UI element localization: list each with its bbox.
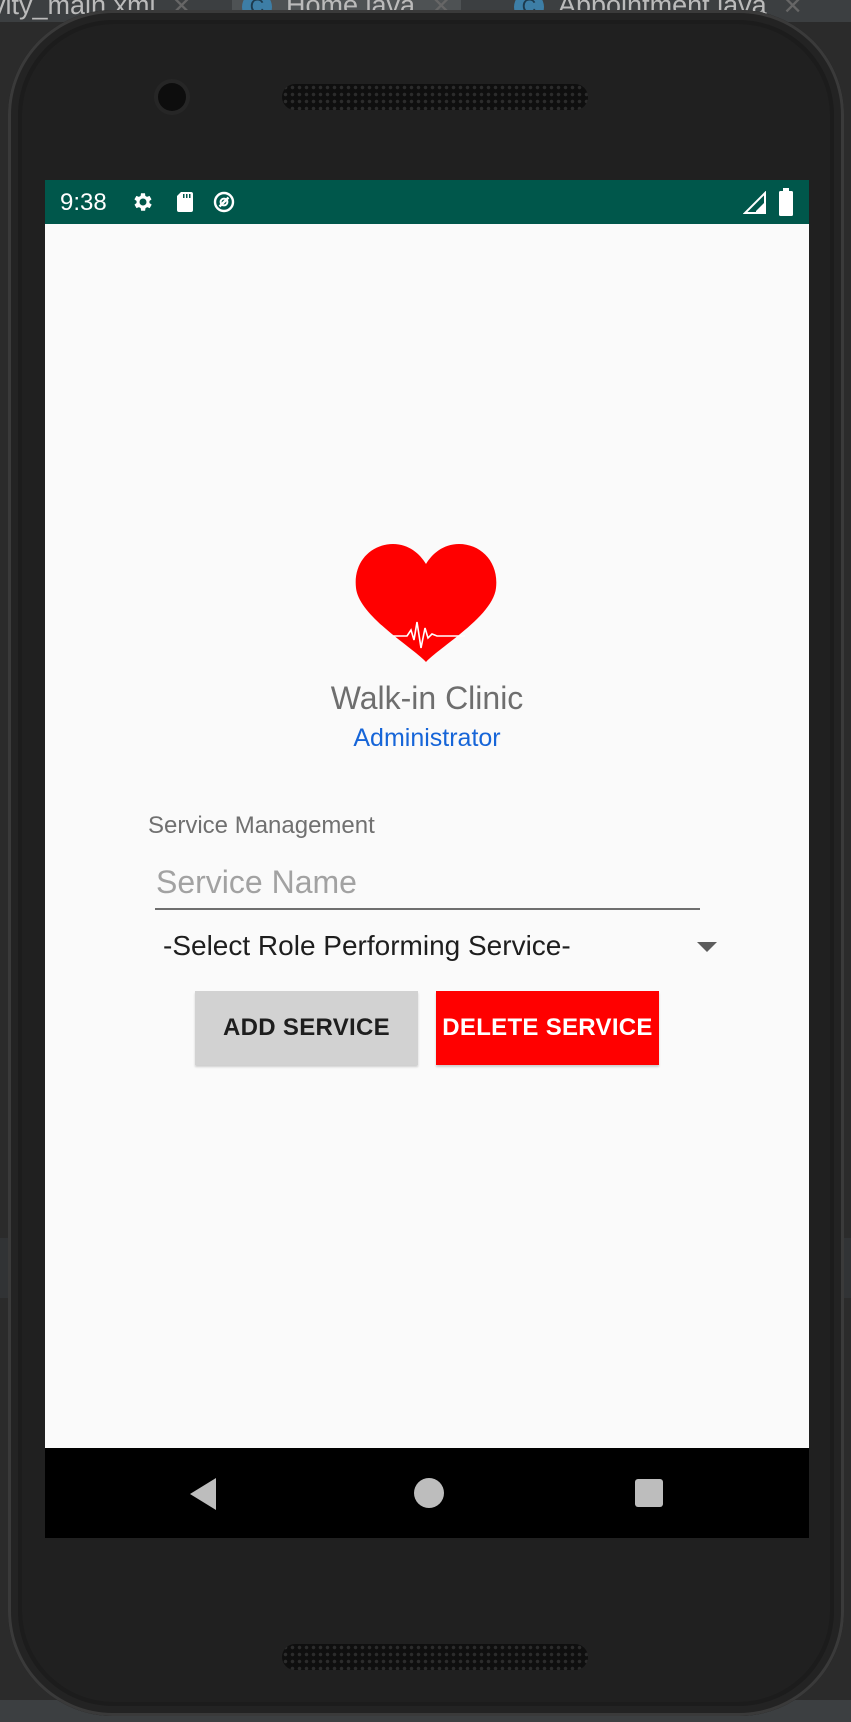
gear-icon xyxy=(134,193,152,211)
status-bar: 9:38 xyxy=(45,180,809,224)
status-time: 9:38 xyxy=(60,189,107,216)
heart-pulse-logo xyxy=(355,544,497,662)
service-name-input[interactable] xyxy=(155,856,700,910)
sync-icon xyxy=(213,191,235,213)
phone-screen: 9:38 Walk-in Clinic Administrator Servic… xyxy=(45,180,809,1538)
battery-icon xyxy=(779,188,793,216)
signal-icon xyxy=(743,191,766,214)
app-subtitle: Administrator xyxy=(353,724,501,752)
service-management-label: Service Management xyxy=(148,812,375,839)
home-icon[interactable] xyxy=(414,1478,444,1508)
role-select-value: -Select Role Performing Service- xyxy=(163,930,571,961)
back-icon[interactable] xyxy=(190,1478,216,1510)
recents-icon[interactable] xyxy=(635,1479,663,1507)
role-select[interactable]: -Select Role Performing Service- xyxy=(163,926,723,970)
earpiece-speaker xyxy=(282,84,588,110)
close-icon[interactable]: ✕ xyxy=(783,0,803,20)
add-service-button[interactable]: ADD SERVICE xyxy=(195,991,418,1065)
navigation-bar xyxy=(45,1448,809,1538)
dropdown-arrow-icon xyxy=(697,942,717,952)
camera-icon xyxy=(158,83,186,111)
sd-card-icon xyxy=(177,192,193,212)
bottom-speaker xyxy=(282,1644,588,1670)
app-title: Walk-in Clinic xyxy=(330,680,524,716)
delete-service-button[interactable]: DELETE SERVICE xyxy=(436,991,659,1065)
